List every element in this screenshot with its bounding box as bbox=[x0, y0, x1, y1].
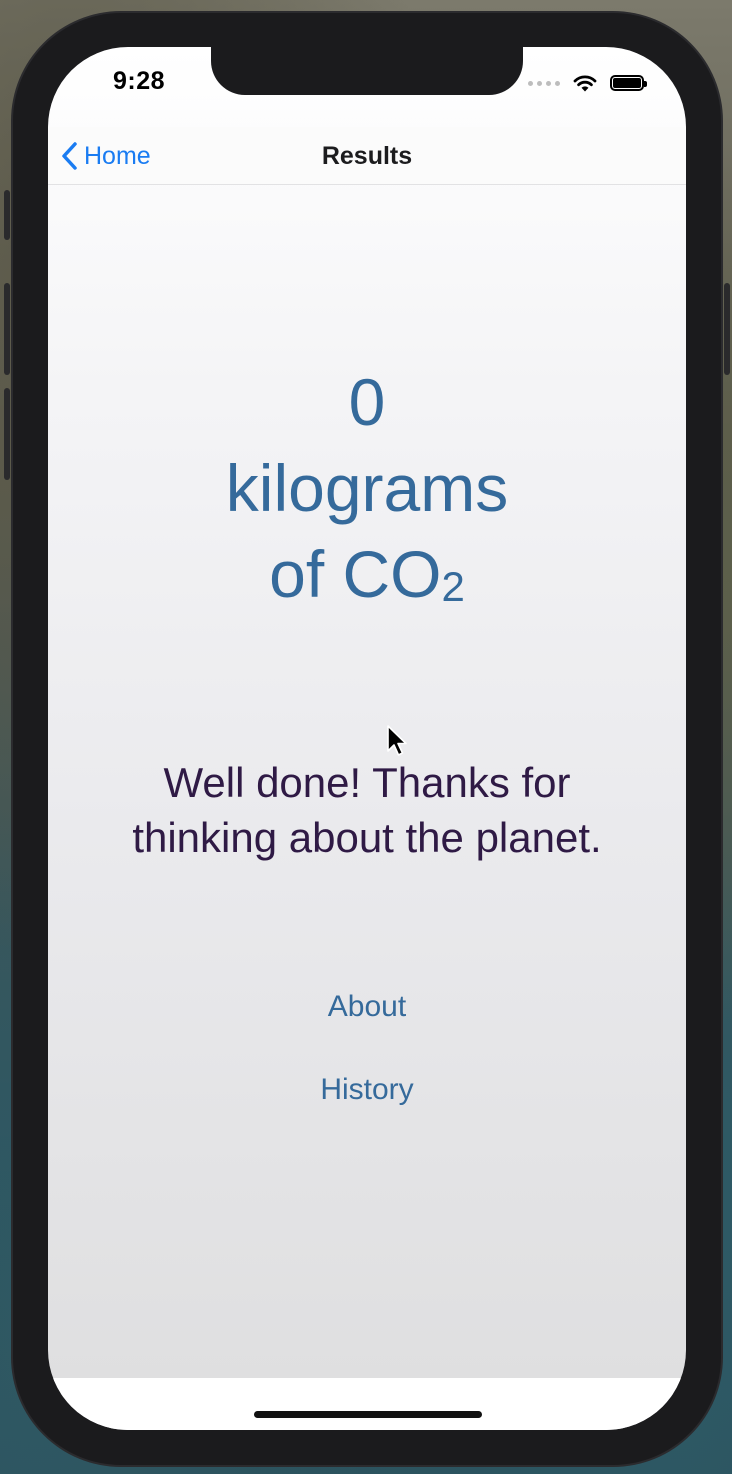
power-button bbox=[724, 283, 730, 375]
status-time: 9:28 bbox=[113, 67, 166, 95]
co2-unit: kilograms bbox=[225, 451, 509, 525]
page-title: Results bbox=[321, 142, 413, 170]
about-button[interactable]: About bbox=[267, 987, 467, 1027]
co2-label: of CO2 bbox=[48, 531, 686, 630]
notch bbox=[211, 47, 523, 95]
history-button[interactable]: History bbox=[267, 1070, 467, 1110]
status-icons bbox=[528, 71, 647, 95]
feedback-message: Well done! Thanks for thinking about the… bbox=[88, 755, 646, 865]
cellular-signal-icon bbox=[528, 80, 560, 86]
app-screen: 9:28 Home Results 0 kilograms of CO2 Wel… bbox=[48, 47, 686, 1430]
volume-down-button bbox=[4, 388, 10, 480]
navigation-bar: Home Results bbox=[48, 127, 686, 185]
co2-of-label: of CO bbox=[269, 537, 442, 611]
co2-subscript: 2 bbox=[441, 563, 465, 610]
wifi-icon bbox=[573, 75, 597, 92]
co2-result: 0 kilograms of CO2 bbox=[48, 359, 686, 630]
volume-up-button bbox=[4, 283, 10, 375]
bottom-safe-area bbox=[48, 1378, 686, 1430]
feedback-message-line-1: Well done! Thanks for bbox=[163, 759, 571, 806]
feedback-message-line-2: thinking about the planet. bbox=[132, 814, 602, 861]
battery-icon bbox=[610, 75, 647, 91]
home-indicator[interactable] bbox=[254, 1411, 482, 1418]
co2-value: 0 bbox=[348, 365, 386, 439]
mouse-pointer-icon bbox=[387, 725, 407, 756]
mute-switch bbox=[4, 190, 10, 240]
